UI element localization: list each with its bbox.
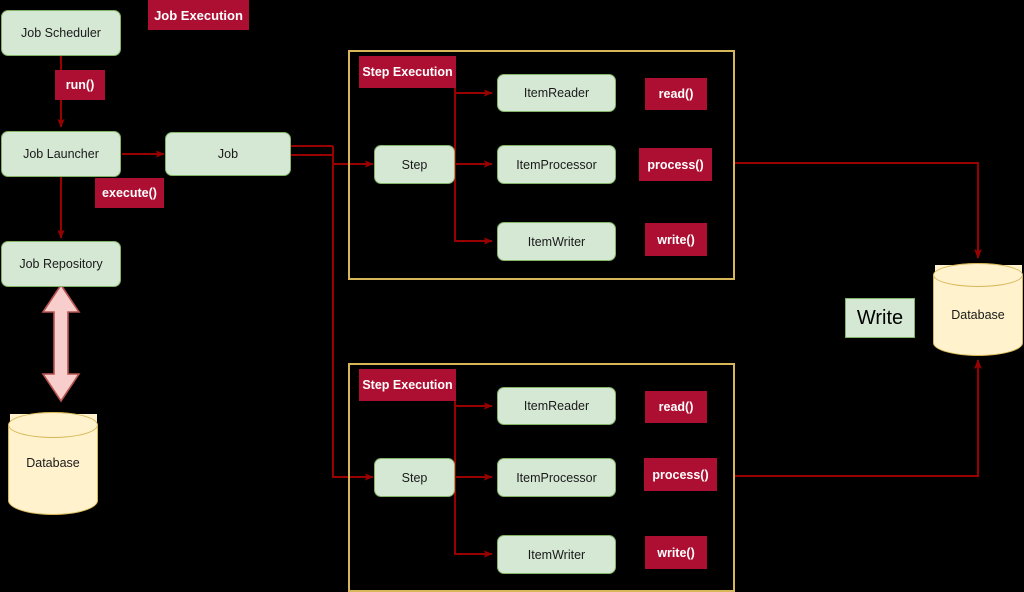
wire-group2-to-database (735, 359, 982, 477)
step-node-1[interactable]: Step (374, 145, 455, 184)
execute-label: execute() (102, 186, 157, 200)
read-badge-1-label: read() (658, 87, 694, 101)
right-database-cylinder[interactable]: Database (933, 263, 1023, 356)
run-label: run() (65, 78, 95, 92)
write-node[interactable]: Write (845, 298, 915, 338)
write-node-label: Write (856, 306, 904, 329)
process-badge-2-label: process() (652, 467, 709, 482)
cylinder-top-ellipse (8, 412, 98, 438)
job-execution-badge-label: Job Execution (154, 7, 243, 23)
item-writer-1-label: ItemWriter (527, 234, 586, 249)
diagram-canvas: Job Execution Job Scheduler run() Job La… (0, 0, 1024, 592)
item-reader-1-label: ItemReader (523, 86, 590, 100)
step-execution-badge-2-label: Step Execution (362, 378, 453, 392)
item-processor-node-1[interactable]: ItemProcessor (497, 145, 616, 184)
job-repository-label: Job Repository (19, 257, 103, 271)
wire-group1-to-database (735, 162, 982, 259)
process-badge-1-label: process() (647, 157, 704, 172)
job-label: Job (217, 147, 239, 161)
step-execution-badge-2: Step Execution (359, 369, 456, 401)
item-writer-2-label: ItemWriter (527, 547, 586, 562)
run-label-badge: run() (55, 70, 105, 100)
job-launcher-node[interactable]: Job Launcher (1, 131, 121, 177)
write-badge-2: write() (645, 536, 707, 569)
left-database-cylinder[interactable]: Database (8, 412, 98, 515)
job-launcher-label: Job Launcher (23, 147, 99, 161)
job-scheduler-label: Job Scheduler (21, 26, 101, 40)
read-badge-2-label: read() (658, 400, 694, 414)
right-database-label: Database (951, 308, 1005, 322)
left-database-label: Database (26, 456, 80, 470)
wire-repository-database-bidirectional (41, 283, 81, 403)
write-badge-1: write() (645, 223, 707, 256)
job-node[interactable]: Job (165, 132, 291, 176)
item-writer-node-2[interactable]: ItemWriter (497, 535, 616, 574)
step-node-2[interactable]: Step (374, 458, 455, 497)
item-reader-node-2[interactable]: ItemReader (497, 387, 616, 425)
item-processor-2-label: ItemProcessor (516, 470, 597, 485)
process-badge-1: process() (639, 148, 712, 181)
read-badge-1: read() (645, 78, 707, 110)
item-writer-node-1[interactable]: ItemWriter (497, 222, 616, 261)
job-scheduler-node[interactable]: Job Scheduler (1, 10, 121, 56)
execute-label-badge: execute() (95, 178, 164, 208)
read-badge-2: read() (645, 391, 707, 423)
cylinder-top-ellipse (933, 263, 1023, 287)
item-processor-1-label: ItemProcessor (516, 157, 597, 172)
process-badge-2: process() (644, 458, 717, 491)
job-execution-badge: Job Execution (148, 0, 249, 30)
step-node-2-label: Step (401, 470, 428, 485)
step-node-1-label: Step (401, 157, 428, 172)
item-processor-node-2[interactable]: ItemProcessor (497, 458, 616, 497)
item-reader-node-1[interactable]: ItemReader (497, 74, 616, 112)
write-badge-2-label: write() (657, 545, 695, 560)
item-reader-2-label: ItemReader (523, 399, 590, 413)
step-execution-badge-1-label: Step Execution (362, 65, 453, 79)
step-execution-badge-1: Step Execution (359, 56, 456, 88)
write-badge-1-label: write() (657, 232, 695, 247)
job-repository-node[interactable]: Job Repository (1, 241, 121, 287)
